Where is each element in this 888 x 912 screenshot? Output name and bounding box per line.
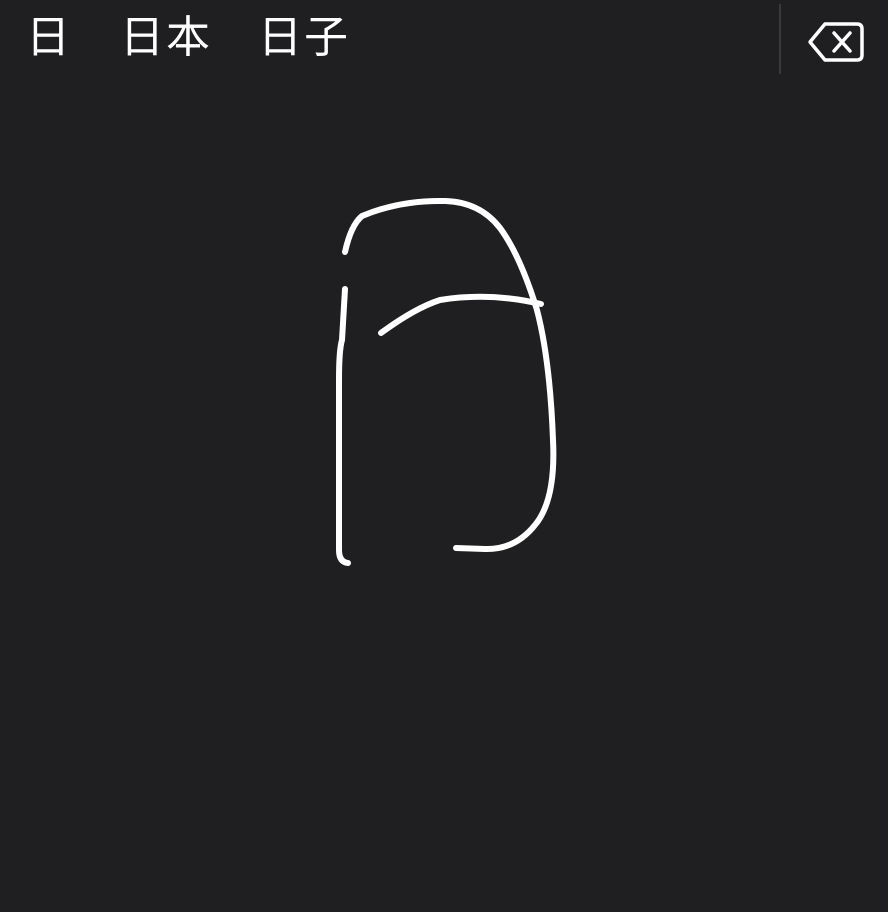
handwriting-canvas[interactable] xyxy=(0,80,888,912)
stroke-1 xyxy=(336,286,351,566)
backspace-icon xyxy=(808,22,864,62)
stroke-2 xyxy=(342,197,557,553)
candidate-2[interactable]: 日本 xyxy=(120,8,212,68)
delete-button[interactable] xyxy=(802,14,870,70)
handwriting-strokes xyxy=(336,197,557,566)
divider xyxy=(779,4,781,74)
candidate-3[interactable]: 日子 xyxy=(258,8,350,68)
candidate-1[interactable]: 日 xyxy=(26,8,72,68)
stroke-3 xyxy=(378,293,544,336)
candidate-bar: 日 日本 日子 xyxy=(0,0,888,80)
